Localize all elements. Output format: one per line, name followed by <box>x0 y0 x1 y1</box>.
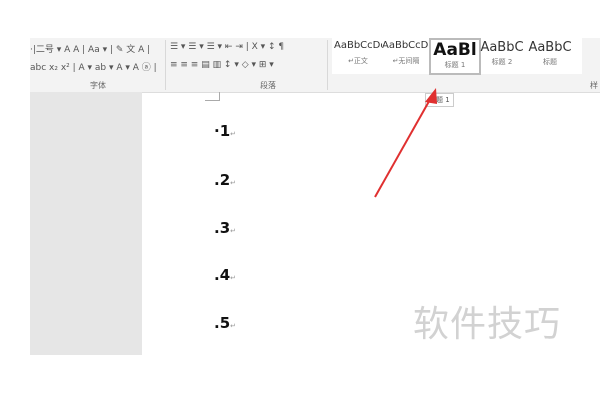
red-arrow-icon <box>374 88 437 198</box>
